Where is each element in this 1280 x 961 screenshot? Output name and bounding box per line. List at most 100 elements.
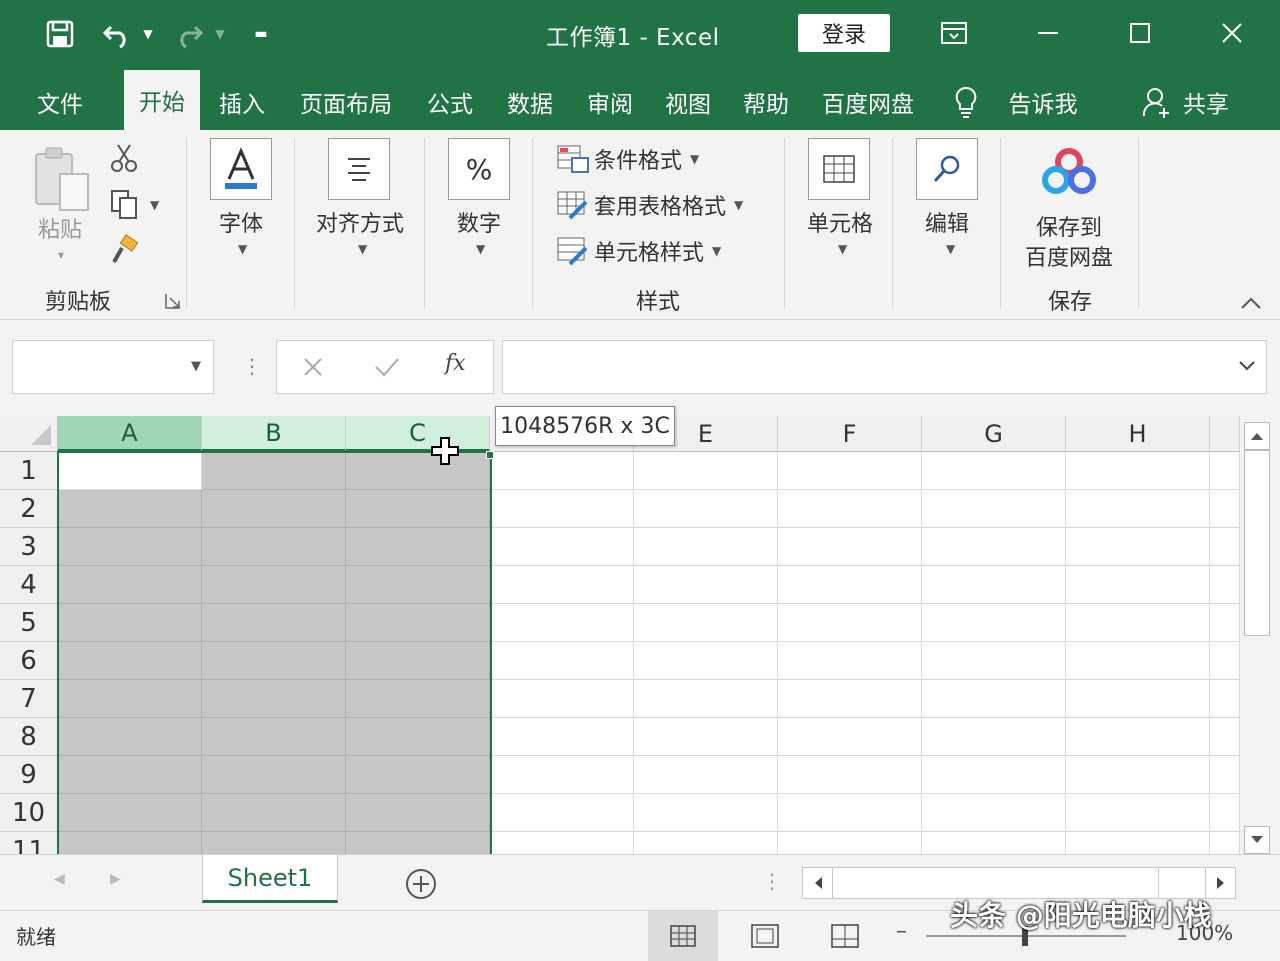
tab-insert[interactable]: 插入 (206, 74, 278, 130)
alignment-label[interactable]: 对齐方式 (306, 206, 414, 238)
zoom-slider[interactable] (926, 926, 1126, 946)
grid-cell[interactable] (1210, 680, 1240, 718)
grid-cell[interactable] (346, 452, 490, 490)
grid-cell[interactable] (1066, 528, 1210, 566)
grid-cell[interactable] (202, 566, 346, 604)
grid-cell[interactable] (58, 756, 202, 794)
grid-cell[interactable] (1066, 794, 1210, 832)
grid-cell[interactable] (1066, 452, 1210, 490)
grid-cell[interactable] (490, 528, 634, 566)
copy-dropdown-icon[interactable]: ▼ (150, 198, 159, 212)
cells-dropdown-icon[interactable]: ▼ (838, 242, 847, 256)
tab-review[interactable]: 审阅 (574, 74, 646, 130)
column-header-b[interactable]: B (202, 416, 346, 452)
grid-cell[interactable] (778, 604, 922, 642)
scroll-down-icon[interactable] (1244, 826, 1270, 854)
grid-cell[interactable] (346, 794, 490, 832)
normal-view-icon[interactable] (648, 911, 718, 961)
grid-cell[interactable] (58, 832, 202, 854)
column-header-g[interactable]: G (922, 416, 1066, 452)
grid-cell[interactable] (1210, 490, 1240, 528)
grid-cell[interactable] (1210, 756, 1240, 794)
baidu-netdisk-icon[interactable] (1040, 148, 1098, 196)
grid-cell[interactable] (490, 794, 634, 832)
grid-cell[interactable] (922, 718, 1066, 756)
font-dropdown-icon[interactable]: ▼ (238, 242, 247, 256)
editing-dropdown-icon[interactable]: ▼ (946, 242, 955, 256)
page-break-view-icon[interactable] (830, 923, 860, 949)
format-painter-icon[interactable] (108, 234, 140, 266)
column-header-i[interactable] (1210, 416, 1240, 452)
grid-cell[interactable] (490, 680, 634, 718)
vertical-scroll-thumb[interactable] (1244, 450, 1270, 636)
grid-cell[interactable] (58, 794, 202, 832)
paste-dropdown-icon[interactable]: ▾ (58, 248, 64, 262)
grid-cell[interactable] (490, 490, 634, 528)
row-header-5[interactable]: 5 (0, 604, 58, 642)
grid-cell[interactable] (1066, 490, 1210, 528)
paste-icon[interactable] (30, 146, 94, 216)
column-header-a[interactable]: A (58, 416, 202, 452)
active-cell[interactable] (58, 452, 202, 490)
grid-cell[interactable] (1210, 718, 1240, 756)
tell-me-search[interactable]: 告诉我 (996, 74, 1090, 130)
save-icon[interactable] (40, 16, 80, 52)
grid-cell[interactable] (346, 832, 490, 854)
tab-data[interactable]: 数据 (494, 74, 566, 130)
grid-cell[interactable] (58, 642, 202, 680)
grid-cell[interactable] (202, 680, 346, 718)
tab-split-grip-icon[interactable]: ⋮ (762, 869, 782, 893)
row-header-10[interactable]: 10 (0, 794, 58, 832)
grid-cell[interactable] (778, 490, 922, 528)
sheet-tab-sheet1[interactable]: Sheet1 (202, 855, 338, 903)
grid-cell[interactable] (202, 452, 346, 490)
row-header-3[interactable]: 3 (0, 528, 58, 566)
grid-cell[interactable] (490, 452, 634, 490)
confirm-entry-icon[interactable] (373, 355, 401, 379)
grid-cell[interactable] (346, 756, 490, 794)
login-button[interactable]: 登录 (798, 14, 890, 52)
grid-cell[interactable] (202, 794, 346, 832)
page-layout-view-icon[interactable] (750, 923, 780, 949)
number-label[interactable]: 数字 (444, 206, 514, 238)
grid-cell[interactable] (346, 642, 490, 680)
grid-cell[interactable] (202, 528, 346, 566)
grid-cell[interactable] (346, 604, 490, 642)
next-sheet-icon[interactable]: ▶ (110, 871, 121, 887)
row-header-1[interactable]: 1 (0, 452, 58, 490)
grid-cell[interactable] (202, 642, 346, 680)
grid-cell[interactable] (634, 832, 778, 854)
vertical-scrollbar[interactable] (1240, 416, 1280, 854)
customize-toolbar-icon[interactable]: ▬ (248, 16, 274, 52)
alignment-icon[interactable] (328, 138, 390, 200)
grid-cell[interactable] (1210, 604, 1240, 642)
grid-cell[interactable] (1066, 566, 1210, 604)
name-box[interactable]: ▼ (12, 340, 214, 394)
grid-cell[interactable] (778, 642, 922, 680)
column-header-h[interactable]: H (1066, 416, 1210, 452)
cells-label[interactable]: 单元格 (800, 206, 880, 238)
grid-cell[interactable] (778, 528, 922, 566)
percent-icon[interactable]: % (448, 138, 510, 200)
collapse-ribbon-icon[interactable] (1240, 296, 1262, 310)
grid-cell[interactable] (1210, 528, 1240, 566)
grid-cell[interactable] (922, 794, 1066, 832)
grid-cell[interactable] (922, 756, 1066, 794)
tab-home[interactable]: 开始 (124, 70, 200, 130)
grid-cell[interactable] (202, 832, 346, 854)
grid-cell[interactable] (1210, 566, 1240, 604)
select-all-corner[interactable] (0, 416, 58, 452)
grid-cell[interactable] (778, 680, 922, 718)
grid-cell[interactable] (634, 642, 778, 680)
grid-cell[interactable] (634, 680, 778, 718)
grid-cell[interactable] (346, 490, 490, 528)
row-header-11[interactable]: 11 (0, 832, 58, 854)
grid-cell[interactable] (1066, 718, 1210, 756)
undo-icon[interactable] (100, 16, 134, 52)
cancel-entry-icon[interactable] (301, 355, 325, 379)
name-box-dropdown-icon[interactable]: ▼ (191, 359, 201, 374)
grid-cell[interactable] (922, 680, 1066, 718)
grid-cell[interactable] (778, 832, 922, 854)
grid-cell[interactable] (1066, 756, 1210, 794)
grid-cell[interactable] (490, 718, 634, 756)
